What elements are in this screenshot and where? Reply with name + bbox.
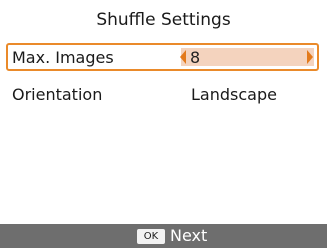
setting-row-orientation[interactable]: Orientation Landscape — [0, 80, 327, 110]
footer-bar: OK Next — [0, 224, 327, 248]
increase-arrow-icon[interactable] — [307, 50, 313, 64]
max-images-value: 8 — [190, 48, 201, 67]
next-button[interactable]: Next — [170, 225, 207, 247]
decrease-arrow-icon[interactable] — [180, 50, 186, 64]
max-images-value-field[interactable] — [181, 48, 314, 66]
screen-title: Shuffle Settings — [96, 10, 231, 30]
ok-button-icon[interactable]: OK — [137, 229, 165, 244]
setting-label-max-images: Max. Images — [12, 48, 114, 67]
setting-row-max-images[interactable]: Max. Images 8 — [0, 43, 327, 73]
orientation-value: Landscape — [191, 85, 277, 104]
setting-label-orientation: Orientation — [12, 85, 103, 104]
